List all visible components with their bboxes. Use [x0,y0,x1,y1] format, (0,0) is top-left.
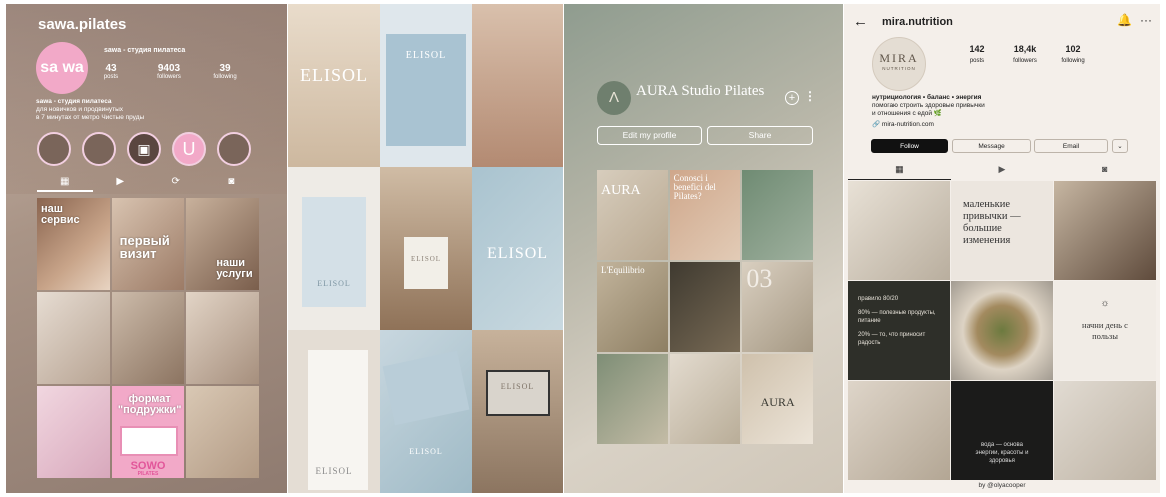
post-tile[interactable]: первый визит [111,198,185,290]
post-tile[interactable]: формат "подружки" SOWO PILATES [111,386,185,478]
post-tile[interactable] [37,292,110,384]
post-tile[interactable]: маленькие привычки — большие изменения [951,181,1053,280]
post-tile[interactable]: AURA [597,170,668,260]
more-options-icon[interactable]: ··· [1140,13,1152,27]
post-tile[interactable] [186,292,259,384]
post-tile[interactable] [669,354,741,444]
bell-icon[interactable]: 🔔 [1117,13,1132,27]
posts-grid: AURA Conosci i benefici del Pilates? L'E… [597,170,813,444]
post-tile[interactable]: наши услуги [186,198,259,290]
sun-icon: ☼ [1100,298,1110,309]
email-button[interactable]: Email [1034,139,1108,153]
profile-name: sawa - студия пилатеса [104,47,186,54]
branding-grid: ELISOL ELISOL ELISOL ELISOL ELISOL ELISO… [288,4,563,493]
profile-name: AURA Studio Pilates [636,83,765,99]
back-arrow-icon[interactable]: ← [853,13,868,30]
share-button[interactable]: Share [707,126,813,145]
post-tile[interactable]: вода — основа энергии, красоты и здоровь… [951,381,1053,480]
chevron-down-icon[interactable]: ⌄ [1112,139,1128,153]
post-tile[interactable]: L'Equilibrio [597,262,668,352]
tagged-icon[interactable]: ◙ [1053,164,1156,180]
post-tile[interactable] [742,170,813,260]
post-tile[interactable] [186,386,259,478]
mira-nutrition-profile-panel: ← mira.nutrition 🔔 ··· MIRA NUTRITION 14… [844,4,1160,493]
following-count[interactable]: 39 following [202,63,248,80]
profile-bio: sawa - студия пилатеса для новичков и пр… [36,98,145,121]
profile-avatar[interactable]: MIRA NUTRITION [872,37,926,91]
story-highlight-u[interactable]: U [172,132,206,166]
calendar-icon: ▣ [137,141,151,157]
aura-pilates-profile-panel: Λ AURA Studio Pilates + ⋮ Edit my profil… [564,4,843,493]
story-highlight-1[interactable] [37,132,71,166]
post-tile[interactable]: ☼ начни день с пользы [1054,281,1156,380]
profile-tabs: ▦ ▶ ⟳ ◙ [37,176,259,192]
add-icon[interactable]: + [785,91,799,105]
username: sawa.pilates [38,16,127,33]
posts-grid: маленькие привычки — большие изменения п… [848,181,1156,480]
link-icon: 🔗 [872,121,881,128]
designer-credit: by @olyacooper [978,482,1026,489]
post-tile[interactable]: наш сервис [37,198,110,290]
brand-tile-sign: ELISOL [288,4,380,167]
brand-tile-brochure: ELISOL [288,167,380,330]
post-tile[interactable]: Conosci i benefici del Pilates? [669,170,741,260]
posts-count[interactable]: 142 posts [953,44,1001,64]
grid-icon[interactable]: ▦ [848,164,951,180]
brand-tile-logo: ELISOL [472,167,563,330]
photo-frame [119,426,178,456]
repost-icon[interactable]: ⟳ [148,176,204,192]
post-tile[interactable]: 03 [742,262,813,352]
post-tile[interactable] [37,386,110,478]
laptop-screen [486,370,550,416]
tote-bag [404,237,448,289]
story-highlight-5[interactable] [217,132,251,166]
brand-tile-card: ELISOL [380,4,472,167]
brand-tile-laptop: ELISOL [472,330,563,493]
profile-tabs: ▦ ▶ ◙ [848,164,1156,180]
posts-grid: наш сервис первый визит наши услуги форм… [37,198,259,478]
elisol-branding-panel: ELISOL ELISOL ELISOL ELISOL ELISOL ELISO… [288,4,563,493]
post-tile[interactable] [597,354,668,444]
post-tile[interactable] [669,262,741,352]
brand-tile-envelope: ELISOL [380,330,472,493]
post-tile[interactable] [951,281,1053,380]
story-highlight-calendar[interactable]: ▣ [127,132,161,166]
message-button[interactable]: Message [952,139,1031,153]
profile-avatar[interactable]: Λ [597,81,631,115]
post-tile[interactable] [1054,381,1156,480]
followers-count[interactable]: 9403 followers [146,63,192,80]
following-count[interactable]: 102 following [1049,44,1097,64]
brand-brochure [302,197,366,307]
grid-icon[interactable]: ▦ [37,176,93,192]
story-highlight-2[interactable] [82,132,116,166]
reels-icon[interactable]: ▶ [951,164,1054,180]
brand-tile-paper: ELISOL [288,330,380,493]
post-tile[interactable] [848,381,950,480]
brand-tile-photo [472,4,563,167]
website-link[interactable]: 🔗 mira-nutrition.com [872,121,985,129]
more-options-icon[interactable]: ⋮ [804,89,816,103]
posts-count[interactable]: 43 posts [88,63,134,80]
tagged-icon[interactable]: ◙ [204,176,260,192]
reels-icon[interactable]: ▶ [93,176,149,192]
post-tile[interactable] [848,181,950,280]
post-tile[interactable]: AURA [742,354,813,444]
envelope [382,350,470,426]
brand-tile-bag: ELISOL [380,167,472,330]
edit-profile-button[interactable]: Edit my profile [597,126,702,145]
follow-button[interactable]: Follow [871,139,948,153]
followers-count[interactable]: 18,4k followers [1001,44,1049,64]
profile-avatar[interactable]: sa wa [36,42,88,94]
sawa-pilates-profile-panel: sawa.pilates sa wa sawa - студия пилатес… [6,4,287,493]
profile-bio: нутрициология • баланс • энергия помогаю… [872,94,985,129]
username: mira.nutrition [882,16,953,28]
post-tile[interactable]: правило 80/20 80% — полезные продукты, п… [848,281,950,380]
post-tile[interactable] [1054,181,1156,280]
post-tile[interactable] [111,292,185,384]
